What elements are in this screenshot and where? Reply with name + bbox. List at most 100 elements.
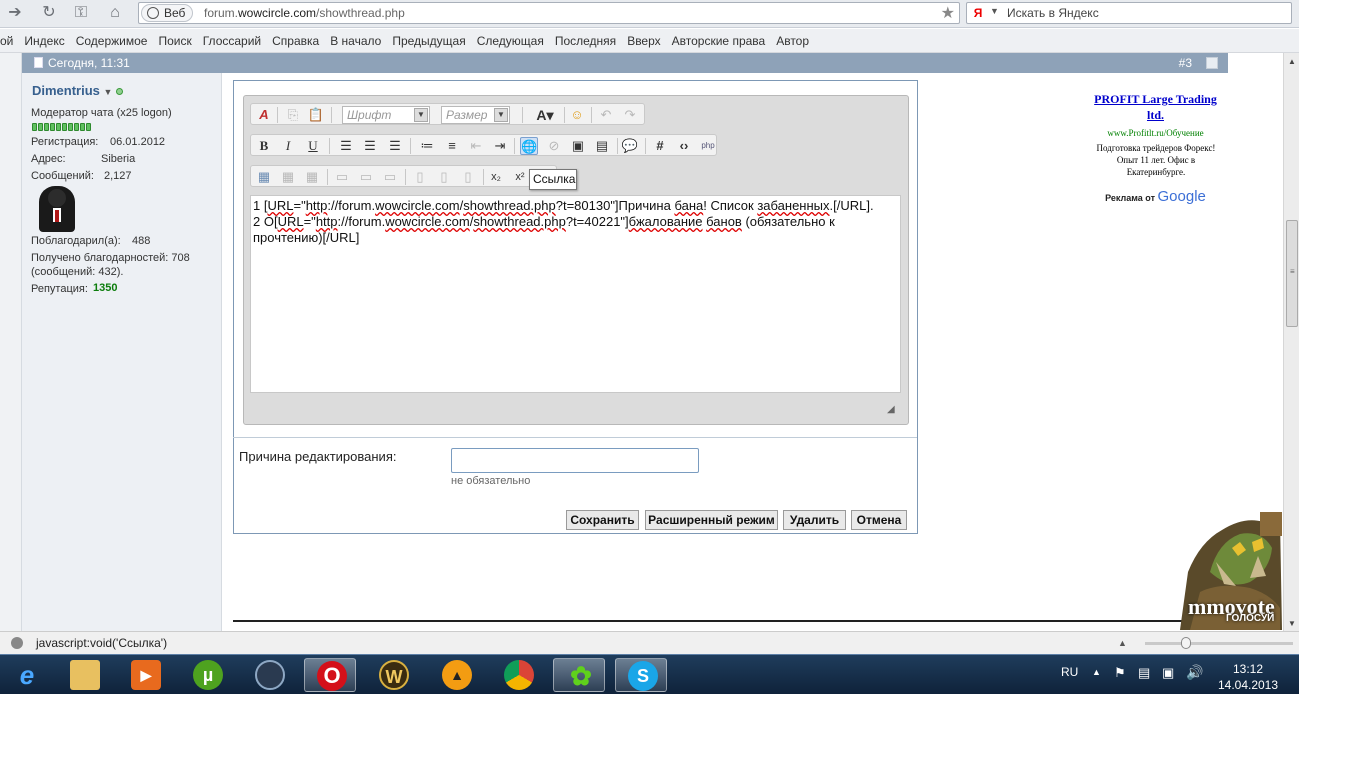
nav-item[interactable]: В начало <box>330 34 381 48</box>
advanced-mode-button[interactable]: Расширенный режим <box>645 510 778 530</box>
message-textarea[interactable]: 1 [URL="http://forum.wowcircle.com/showt… <box>250 195 901 393</box>
taskbar-app-opera[interactable]: O <box>304 658 356 692</box>
address-bar[interactable]: Веб forum.wowcircle.com/showthread.php ★ <box>138 2 960 24</box>
col-left-icon[interactable]: ▯ <box>411 168 429 186</box>
vertical-scrollbar[interactable]: ▲ ≡ ▼ <box>1283 53 1299 631</box>
nav-item[interactable]: Поиск <box>158 34 191 48</box>
remove-format-icon[interactable]: A <box>255 106 273 124</box>
superscript-icon[interactable]: x² <box>511 168 529 186</box>
italic-icon[interactable]: I <box>279 137 297 155</box>
font-color-icon[interactable]: A▾ <box>532 106 558 124</box>
nav-item[interactable]: Последняя <box>555 34 616 48</box>
zoom-slider-knob[interactable] <box>1181 637 1191 649</box>
forward-arrow-icon[interactable]: ➔ <box>4 3 26 23</box>
php-icon[interactable]: php <box>699 137 717 155</box>
taskbar-app-icq[interactable]: ✿ <box>553 658 605 692</box>
taskbar-app-chrome[interactable] <box>492 658 544 692</box>
scroll-up-icon[interactable]: ▲ <box>1288 57 1296 66</box>
quote-icon[interactable]: 💬 <box>621 137 639 155</box>
insert-video-icon[interactable]: ▤ <box>593 137 611 155</box>
tray-app-icon[interactable]: ▤ <box>1138 665 1150 681</box>
nav-item[interactable]: Вверх <box>627 34 660 48</box>
table-icon[interactable]: ▦ <box>255 168 273 186</box>
row-below-icon[interactable]: ▭ <box>357 168 375 186</box>
cancel-button[interactable]: Отмена <box>851 510 907 530</box>
nav-item[interactable]: Автор <box>776 34 809 48</box>
taskbar-app-media-player[interactable]: ▶ <box>119 658 171 692</box>
action-center-flag-icon[interactable]: ⚑ <box>1114 665 1126 681</box>
volume-icon[interactable]: 🔊 <box>1186 664 1203 681</box>
smiley-icon[interactable]: ☺ <box>568 106 586 124</box>
nav-item[interactable]: Индекс <box>24 34 64 48</box>
home-icon[interactable]: ⌂ <box>104 3 126 23</box>
paste-icon[interactable]: 📋 <box>307 106 325 124</box>
chevron-down-icon[interactable]: ▼ <box>494 108 508 122</box>
scroll-down-icon[interactable]: ▼ <box>1288 619 1296 628</box>
taskbar-app-utorrent[interactable]: µ <box>181 658 233 692</box>
col-right-icon[interactable]: ▯ <box>435 168 453 186</box>
key-icon[interactable]: ⚿ <box>70 3 92 23</box>
subscript-icon[interactable]: x₂ <box>487 168 505 186</box>
numbered-list-icon[interactable]: ≔ <box>418 137 436 155</box>
nav-item[interactable]: Глоссарий <box>203 34 261 48</box>
chevron-down-icon[interactable]: ▼ <box>990 6 999 16</box>
indent-icon[interactable]: ⇥ <box>491 137 509 155</box>
unlink-icon[interactable]: ⊘ <box>545 137 563 155</box>
taskbar-app-wow[interactable]: W <box>367 658 419 692</box>
post-select-checkbox[interactable] <box>1206 57 1218 69</box>
chevron-down-icon[interactable]: ▼ <box>414 108 428 122</box>
underline-icon[interactable]: U <box>304 137 322 155</box>
resize-handle-icon[interactable]: ◢ <box>887 404 901 416</box>
language-indicator[interactable]: RU <box>1061 665 1078 679</box>
font-select[interactable]: Шрифт ▼ <box>342 106 430 124</box>
table-delete-icon[interactable]: ▦ <box>303 168 321 186</box>
align-right-icon[interactable]: ☰ <box>386 137 404 155</box>
zoom-out-icon[interactable]: ▲ <box>1118 632 1127 654</box>
row-delete-icon[interactable]: ▭ <box>381 168 399 186</box>
url-text[interactable]: forum.wowcircle.com/showthread.php <box>204 6 405 20</box>
insert-link-icon[interactable]: 🌐 <box>520 137 538 155</box>
nav-item[interactable]: ой <box>0 34 13 48</box>
undo-icon[interactable]: ↶ <box>597 106 615 124</box>
align-center-icon[interactable]: ☰ <box>361 137 379 155</box>
tray-expand-icon[interactable]: ▲ <box>1092 667 1101 677</box>
google-ad[interactable]: PROFIT Large Trading ltd. www.Profitlt.r… <box>1093 80 1218 205</box>
taskbar-app-explorer[interactable] <box>58 658 110 692</box>
nav-item[interactable]: Содержимое <box>76 34 148 48</box>
code-icon[interactable]: ‹› <box>675 137 693 155</box>
taskbar-app-skype[interactable]: S <box>615 658 667 692</box>
col-delete-icon[interactable]: ▯ <box>459 168 477 186</box>
insert-image-icon[interactable]: ▣ <box>569 137 587 155</box>
taskbar-app-internet-explorer[interactable]: e <box>0 658 52 692</box>
delete-button[interactable]: Удалить <box>783 510 846 530</box>
ad-url[interactable]: www.Profitlt.ru/Обучение <box>1093 128 1218 138</box>
nav-item[interactable]: Предыдущая <box>392 34 465 48</box>
nav-item[interactable]: Авторские права <box>672 34 766 48</box>
avatar[interactable] <box>39 186 75 232</box>
align-left-icon[interactable]: ☰ <box>337 137 355 155</box>
zoom-slider[interactable] <box>1145 642 1293 645</box>
clock[interactable]: 13:12 14.04.2013 <box>1208 661 1288 693</box>
search-box[interactable]: Я ▼ Искать в Яндекс <box>966 2 1292 24</box>
edit-reason-input[interactable] <box>451 448 699 473</box>
hash-icon[interactable]: # <box>651 137 669 155</box>
copy-icon[interactable]: ⎘ <box>284 106 302 124</box>
post-number[interactable]: #3 <box>1179 53 1192 73</box>
outdent-icon[interactable]: ⇤ <box>467 137 485 155</box>
redo-icon[interactable]: ↷ <box>621 106 639 124</box>
taskbar-app-avast[interactable]: ▲ <box>430 658 482 692</box>
save-button[interactable]: Сохранить <box>566 510 639 530</box>
taskbar-app-teamspeak[interactable] <box>243 658 295 692</box>
bookmark-star-icon[interactable]: ★ <box>941 3 955 23</box>
size-select[interactable]: Размер ▼ <box>441 106 510 124</box>
table-row-icon[interactable]: ▦ <box>279 168 297 186</box>
web-tag[interactable]: Веб <box>141 4 193 22</box>
mmovote-banner[interactable]: mmovote ГОЛОСУЙ <box>1140 512 1282 630</box>
network-icon[interactable]: ▣ <box>1162 665 1174 681</box>
row-above-icon[interactable]: ▭ <box>333 168 351 186</box>
reload-icon[interactable]: ↻ <box>38 3 60 23</box>
scrollbar-thumb[interactable]: ≡ <box>1286 220 1298 327</box>
dropdown-arrow-icon[interactable]: ▼ <box>104 87 113 97</box>
username[interactable]: Dimentrius ▼ <box>32 83 124 98</box>
nav-item[interactable]: Следующая <box>477 34 544 48</box>
